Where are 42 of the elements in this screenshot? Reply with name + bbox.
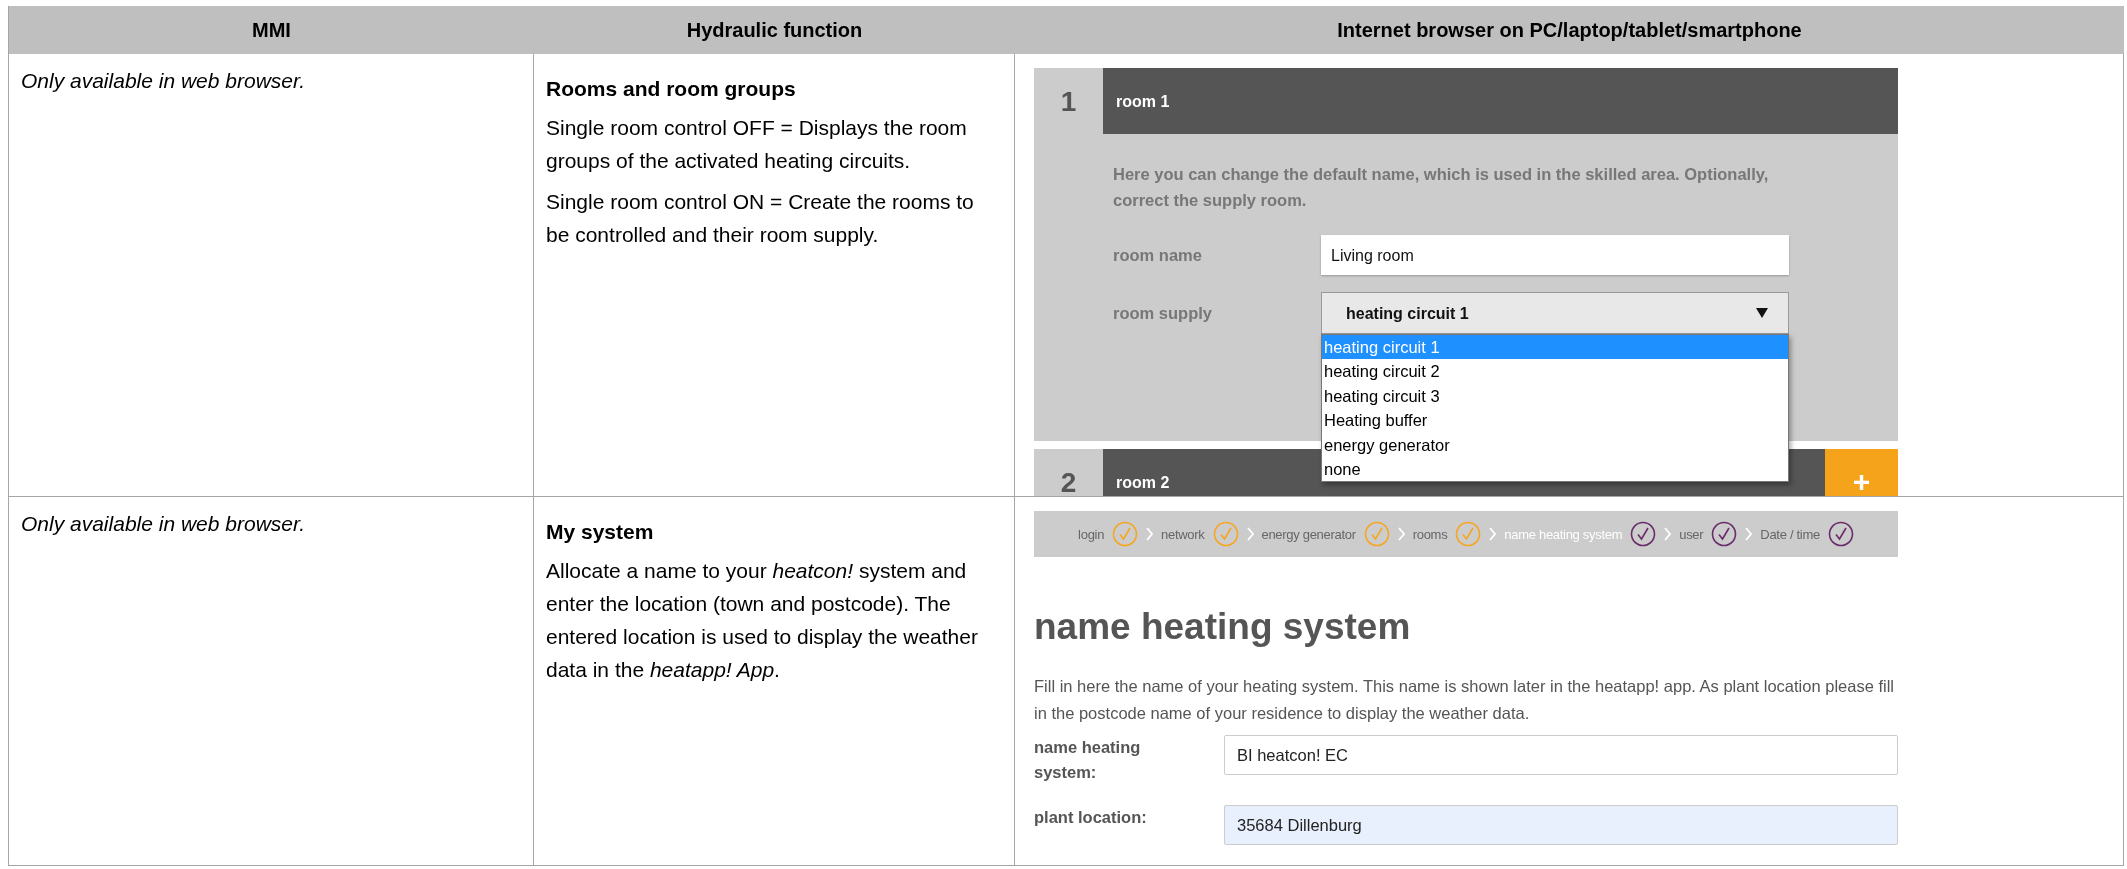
dropdown-option[interactable]: heating circuit 3 (1322, 383, 1788, 409)
page-description: Fill in here the name of your heating system. This name is shown later in the heatapp! app. As plant location please fill in the postcode name of your residence to display the weather data. (1034, 676, 1895, 724)
dropdown-option[interactable]: heating circuit 2 (1322, 359, 1788, 384)
text-input[interactable]: 35684 Dillenburg (1224, 805, 1898, 845)
column-header: Internet browser on PC/laptop/tablet/smartphone (1015, 6, 2124, 54)
caret-down-icon (1756, 308, 1768, 318)
dropdown-option[interactable]: none (1322, 457, 1788, 482)
wizard-step[interactable]: Date / time (1760, 517, 1820, 551)
function-description: Single room control ON = Create the rooms to be controlled and their room supply. (546, 189, 975, 248)
dropdown-option[interactable]: Heating buffer (1322, 408, 1788, 433)
field-label: room supply (1113, 302, 1213, 324)
column-header: Hydraulic function (534, 6, 1015, 54)
wizard-step[interactable]: network (1161, 517, 1205, 551)
function-title: Rooms and room groups (546, 76, 797, 102)
wizard-step[interactable]: rooms (1412, 517, 1448, 551)
function-description: Allocate a name to your heatcon! system and enter the location (town and postcode). The entered location is used to display the weather data in the heatapp! App. (546, 558, 979, 683)
field-label: name heating system: (1034, 737, 1142, 783)
room-number: 2 (1059, 465, 1078, 496)
field-label: room name (1113, 244, 1203, 266)
wizard-step[interactable]: user (1679, 517, 1704, 551)
chevron-right-icon (1146, 527, 1154, 541)
table-cell-text: Only available in web browser. (21, 511, 307, 537)
text-input[interactable]: BI heatcon! EC (1224, 735, 1898, 775)
dropdown-option[interactable]: energy generator (1322, 432, 1788, 458)
function-description: Single room control OFF = Displays the room groups of the activated heating circuits. (546, 115, 968, 174)
column-header: MMI (9, 6, 534, 54)
chevron-right-icon (1745, 527, 1753, 541)
function-title: My system (546, 519, 655, 545)
chevron-right-icon (1397, 527, 1405, 541)
room-name-input[interactable]: Living room (1321, 235, 1789, 275)
wizard-step[interactable]: energy generator (1261, 517, 1356, 551)
field-label: plant location: (1034, 807, 1148, 828)
room-header[interactable]: room 1 (1103, 68, 1898, 134)
chevron-right-icon (1664, 527, 1672, 541)
room-intro-text: Here you can change the default name, which is used in the skilled area. Optionally, correct the supply room. (1113, 164, 1770, 211)
table-cell-text: Only available in web browser. (21, 68, 307, 94)
page-heading: name heating system (1034, 605, 1412, 649)
chevron-right-icon (1489, 527, 1497, 541)
room-number: 1 (1059, 84, 1078, 119)
chevron-right-icon (1246, 527, 1254, 541)
room-supply-select[interactable]: heating circuit 1 (1321, 292, 1789, 334)
wizard-step[interactable]: login (1078, 517, 1105, 551)
